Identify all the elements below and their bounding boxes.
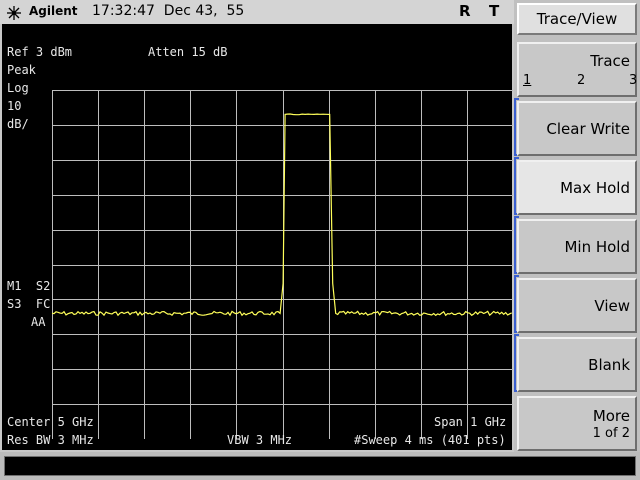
status-bar: Agilent 17:32:47 Dec 43, 55 R T [0,0,514,24]
view-button[interactable]: View [517,278,637,333]
scale-value: 10 [7,99,22,113]
scale-type: Log [7,81,29,95]
min-hold-button[interactable]: Min Hold [517,219,637,274]
graticule-plot [52,90,513,439]
detector-label: Peak [7,63,36,77]
trace-select-button[interactable]: Trace 1 2 3 [517,42,637,97]
trace-option-2[interactable]: 2 [577,73,585,88]
resolution-bandwidth: Res BW 3 MHz [7,433,94,447]
trace-mode-line-1: M1 S2 [7,279,51,293]
attenuation: Atten 15 dB [148,45,228,59]
video-bandwidth: VBW 3 MHz [227,433,293,447]
softkey-panel: Trace/View Trace 1 2 3 Clear Write Max H… [514,0,640,452]
message-field [4,456,636,476]
clock: 17:32:47 Dec 43, 55 [92,3,244,19]
trace-mode-line-3: AA [31,315,46,329]
measurement-screen: Ref 3 dBm Atten 15 dB Peak Log 10 dB/ M1… [0,24,514,452]
max-hold-button[interactable]: Max Hold [517,160,637,215]
more-label: More [592,407,630,425]
menu-title: Trace/View [517,3,637,35]
center-frequency: Center 5 GHz [7,415,94,429]
trace-mode-line-2: S3 FC [7,297,51,311]
sweep-time: #Sweep 4 ms (401 pts) [354,433,506,447]
span: Span 1 GHz [434,415,507,429]
view-label: View [594,297,630,315]
clear-write-label: Clear Write [546,120,630,138]
min-hold-label: Min Hold [564,238,630,256]
grid-lines [52,90,513,439]
max-hold-label: Max Hold [560,179,630,197]
trigger-indicator: T [489,2,500,20]
ref-level: Ref 3 dBm [7,45,73,59]
message-bar [0,452,640,480]
more-page-label: 1 of 2 [592,426,630,441]
trace-option-1[interactable]: 1 [523,73,531,88]
trace-select-label: Trace [590,52,630,70]
trace-option-3[interactable]: 3 [629,73,637,88]
blank-button[interactable]: Blank [517,337,637,392]
clear-write-button[interactable]: Clear Write [517,101,637,156]
agilent-logo-icon [7,6,21,20]
time-readout: 17:32:47 [92,3,155,19]
blank-label: Blank [588,356,630,374]
brand-name: Agilent [29,4,78,18]
trace-line [52,113,512,317]
scale-unit: dB/ [7,117,29,131]
more-button[interactable]: More 1 of 2 [517,396,637,451]
remote-indicator: R [459,2,471,20]
date-readout: Dec 43, 55 [163,3,245,19]
